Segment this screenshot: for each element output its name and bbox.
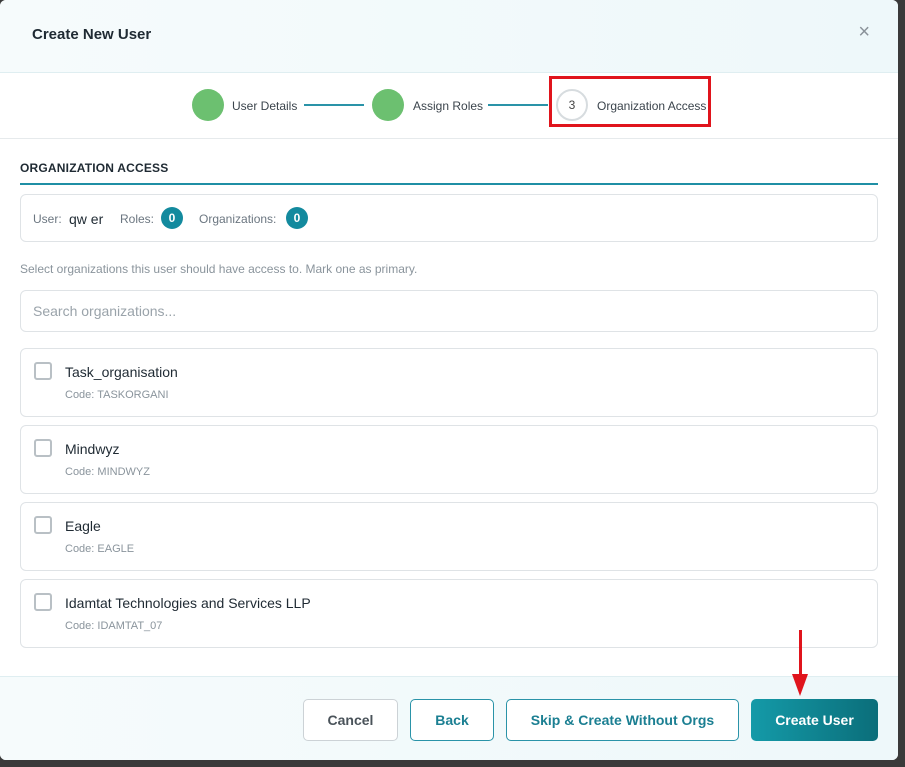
- section-divider: [20, 183, 878, 185]
- roles-count-badge: 0: [161, 207, 183, 229]
- summary-user-value: qw er: [69, 211, 104, 227]
- org-list-item[interactable]: Mindwyz Code: MINDWYZ: [20, 425, 878, 494]
- section-title: ORGANIZATION ACCESS: [20, 161, 169, 175]
- step-connector-1: [304, 104, 364, 106]
- org-list-item[interactable]: Eagle Code: EAGLE: [20, 502, 878, 571]
- helper-text: Select organizations this user should ha…: [20, 262, 418, 276]
- annotation-arrow-head-icon: [792, 674, 808, 696]
- modal-title: Create New User: [32, 26, 152, 43]
- step-user-details-dot: [192, 89, 224, 121]
- org-list-item[interactable]: Idamtat Technologies and Services LLP Co…: [20, 579, 878, 648]
- annotation-highlight-box: [549, 76, 711, 127]
- background-edge: [898, 0, 905, 767]
- org-name: Idamtat Technologies and Services LLP: [65, 595, 311, 611]
- org-name: Task_organisation: [65, 364, 178, 380]
- summary-user-label: User:: [33, 212, 62, 226]
- modal-footer: Cancel Back Skip & Create Without Orgs C…: [0, 676, 898, 760]
- org-checkbox[interactable]: [34, 439, 52, 457]
- modal-header: Create New User ×: [0, 0, 898, 73]
- orgs-count-badge: 0: [286, 207, 308, 229]
- close-icon[interactable]: ×: [858, 22, 870, 42]
- org-list-item[interactable]: Task_organisation Code: TASKORGANI: [20, 348, 878, 417]
- org-checkbox[interactable]: [34, 516, 52, 534]
- org-code: Code: MINDWYZ: [65, 466, 150, 478]
- org-name: Eagle: [65, 518, 101, 534]
- create-user-modal: Create New User × User Details Assign Ro…: [0, 0, 898, 760]
- search-organizations-input[interactable]: [20, 290, 878, 332]
- step-connector-2: [488, 104, 548, 106]
- org-name: Mindwyz: [65, 441, 120, 457]
- cancel-button[interactable]: Cancel: [303, 699, 398, 741]
- user-summary: User: qw er Roles: 0 Organizations: 0: [20, 194, 878, 242]
- org-code: Code: IDAMTAT_07: [65, 620, 163, 632]
- summary-orgs-label: Organizations:: [199, 212, 277, 226]
- summary-roles-label: Roles:: [120, 212, 155, 226]
- annotation-arrow-shaft: [799, 630, 802, 680]
- org-checkbox[interactable]: [34, 593, 52, 611]
- step-user-details-label: User Details: [232, 99, 298, 113]
- org-checkbox[interactable]: [34, 362, 52, 380]
- step-assign-roles-label: Assign Roles: [413, 99, 484, 113]
- create-user-button[interactable]: Create User: [751, 699, 878, 741]
- step-assign-roles-dot: [372, 89, 404, 121]
- stepper: User Details Assign Roles 3 Organization…: [0, 72, 898, 139]
- skip-create-without-orgs-button[interactable]: Skip & Create Without Orgs: [506, 699, 739, 741]
- org-code: Code: EAGLE: [65, 543, 135, 555]
- back-button[interactable]: Back: [410, 699, 494, 741]
- org-code: Code: TASKORGANI: [65, 389, 169, 401]
